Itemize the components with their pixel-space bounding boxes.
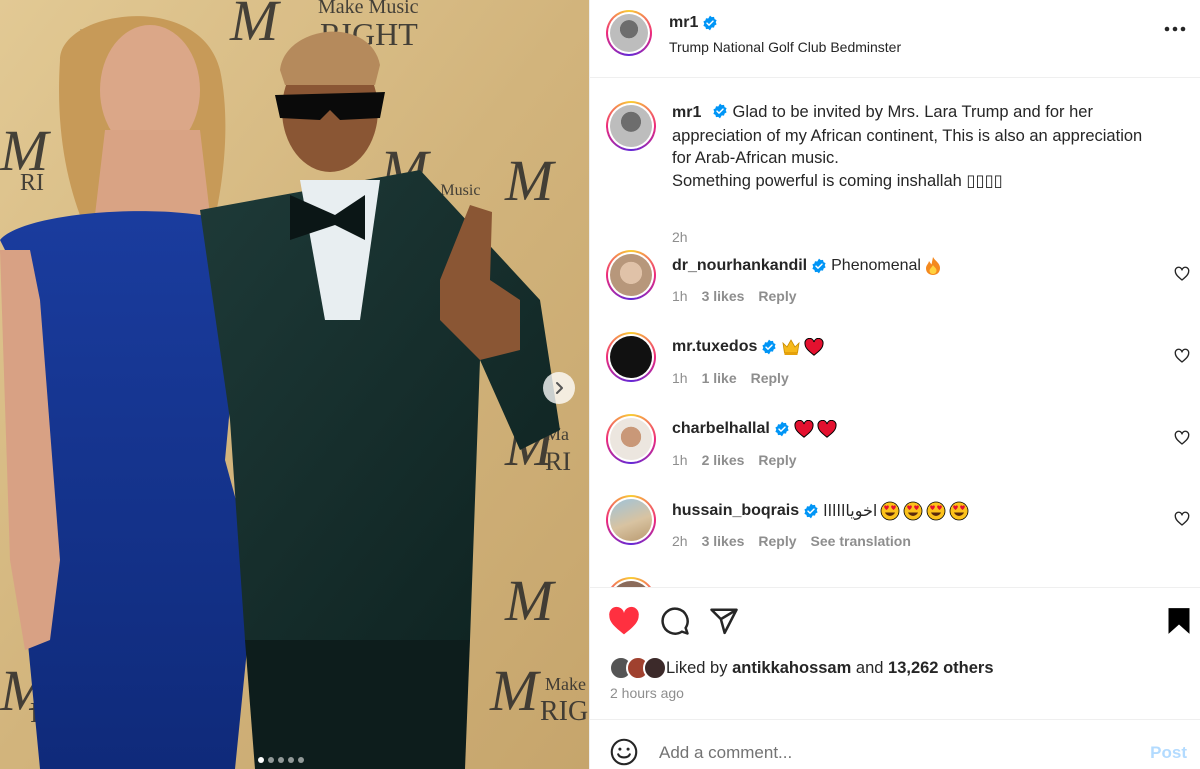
comment-likes-count[interactable]: 1 like — [702, 370, 737, 386]
comment-username[interactable]: dr_nourhankandil — [672, 257, 807, 275]
carousel-dot — [298, 757, 304, 763]
post-side-panel: mr1 Trump National Golf Club Bedminster … — [589, 0, 1200, 769]
verified-badge-icon — [703, 15, 717, 31]
comment-item: dr_nourhankandil Phenomenal 1h 3 likes R… — [606, 250, 1190, 310]
liked-by-and: and — [855, 658, 884, 677]
verified-badge-icon — [762, 339, 776, 355]
caption-line: Something powerful is coming inshallah ▯… — [672, 171, 1003, 190]
red-heart-emoji-icon — [804, 338, 824, 356]
post-actions: Liked by antikkahossam and 13,262 others… — [590, 587, 1200, 719]
comment-bubble-icon[interactable] — [660, 606, 690, 636]
commenter-avatar[interactable] — [606, 495, 656, 545]
more-options-icon[interactable] — [1164, 26, 1186, 32]
emoji-picker-icon[interactable] — [610, 738, 638, 766]
comment-username[interactable]: mr.tuxedos — [672, 338, 757, 356]
svg-text:RI: RI — [545, 447, 571, 476]
caption-text: mr1 Glad to be invited by Mrs. Lara Trum… — [672, 101, 1182, 192]
like-heart-filled-icon[interactable] — [608, 606, 640, 636]
heart-eyes-emoji-icon — [949, 501, 969, 521]
post-comment-button[interactable]: Post — [1150, 743, 1187, 763]
svg-text:M: M — [504, 568, 556, 633]
chevron-right-icon — [556, 382, 563, 394]
photo-image: M Make Music RIGHT Make R M Make Music M… — [0, 0, 589, 769]
comment-likes-count[interactable]: 3 likes — [702, 533, 745, 549]
commenter-avatar[interactable] — [606, 414, 656, 464]
comment-like-heart-icon[interactable] — [1174, 266, 1190, 282]
comment-time: 1h — [672, 452, 688, 468]
comment-like-heart-icon[interactable] — [1174, 430, 1190, 446]
comment-reply-button[interactable]: Reply — [758, 452, 796, 468]
comment-time: 1h — [672, 288, 688, 304]
commenter-avatar[interactable] — [606, 332, 656, 382]
heart-eyes-emoji-icon — [926, 501, 946, 521]
red-heart-emoji-icon — [794, 420, 814, 438]
caption-username[interactable]: mr1 — [672, 104, 701, 121]
author-avatar[interactable] — [606, 10, 652, 56]
comment-item: hussain_boqrais اخوياااااا 2h 3 likes Re… — [606, 495, 1190, 555]
verified-badge-icon — [713, 103, 727, 119]
commenter-avatar[interactable] — [606, 577, 656, 587]
liked-by-prefix: Liked by — [666, 658, 728, 677]
post-location[interactable]: Trump National Golf Club Bedminster — [669, 39, 901, 55]
liked-by-user[interactable]: antikkahossam — [732, 659, 851, 678]
caption-line: for Arab-African music. — [672, 149, 839, 167]
carousel-dot — [268, 757, 274, 763]
caption-avatar[interactable] — [606, 101, 656, 151]
svg-text:M: M — [229, 0, 281, 53]
svg-text:RIG: RIG — [540, 696, 588, 727]
comment-likes-count[interactable]: 3 likes — [702, 288, 745, 304]
caption-time: 2h — [672, 229, 688, 245]
verified-badge-icon — [775, 421, 789, 437]
caption-line: appreciation of my African continent, Th… — [672, 126, 1143, 145]
comment-username[interactable]: hussain_boqrais — [672, 502, 799, 520]
share-send-icon[interactable] — [709, 606, 739, 636]
svg-text:RI: RI — [20, 170, 44, 196]
red-heart-emoji-icon — [817, 420, 837, 438]
comment-like-heart-icon[interactable] — [1174, 348, 1190, 364]
heart-eyes-emoji-icon — [903, 501, 923, 521]
comment-item: mr.tuxedos 1h 1 like Reply — [606, 332, 1190, 392]
author-username[interactable]: mr1 — [669, 14, 698, 32]
comment-reply-button[interactable]: Reply — [758, 533, 796, 549]
carousel-dot — [258, 757, 264, 763]
svg-text:Make: Make — [545, 674, 586, 694]
post-photo: M Make Music RIGHT Make R M Make Music M… — [0, 0, 589, 769]
comment-likes-count[interactable]: 2 likes — [702, 452, 745, 468]
comment-time: 2h — [672, 533, 688, 549]
heart-eyes-emoji-icon — [880, 501, 900, 521]
comment-like-heart-icon[interactable] — [1174, 511, 1190, 527]
crown-emoji-icon — [782, 339, 800, 355]
svg-text:M: M — [504, 148, 556, 213]
bookmark-filled-icon[interactable] — [1167, 607, 1191, 635]
svg-text:M: M — [489, 658, 541, 723]
carousel-indicator — [258, 757, 304, 763]
caption-line: Glad to be invited by Mrs. Lara Trump an… — [732, 103, 1093, 121]
carousel-dot — [278, 757, 284, 763]
add-comment-bar: Post — [590, 719, 1200, 769]
carousel-next-button[interactable] — [543, 372, 575, 404]
verified-badge-icon — [812, 258, 826, 274]
verified-badge-icon — [804, 503, 818, 519]
see-translation-link[interactable]: See translation — [811, 533, 911, 549]
comment-time: 1h — [672, 370, 688, 386]
liked-by: Liked by antikkahossam and 13,262 others — [609, 656, 994, 680]
liker-avatars[interactable] — [609, 656, 667, 680]
comment-reply-button[interactable]: Reply — [751, 370, 789, 386]
comment-text: Phenomenal — [831, 257, 921, 274]
commenter-avatar[interactable] — [606, 250, 656, 300]
carousel-dot — [288, 757, 294, 763]
comments-list[interactable]: mr1 Glad to be invited by Mrs. Lara Trum… — [590, 79, 1200, 587]
comment-item-partial — [606, 577, 1186, 587]
comment-username[interactable]: charbelhallal — [672, 420, 770, 438]
post-header: mr1 Trump National Golf Club Bedminster — [590, 0, 1200, 78]
comment-input[interactable] — [659, 738, 1129, 768]
comment-text: اخوياااااا — [823, 503, 878, 520]
likes-count[interactable]: 13,262 others — [888, 659, 993, 678]
fire-emoji-icon — [925, 257, 940, 275]
post-timestamp[interactable]: 2 hours ago — [610, 685, 684, 701]
comment-reply-button[interactable]: Reply — [758, 288, 796, 304]
comment-item: charbelhallal 1h 2 likes Reply — [606, 414, 1190, 474]
